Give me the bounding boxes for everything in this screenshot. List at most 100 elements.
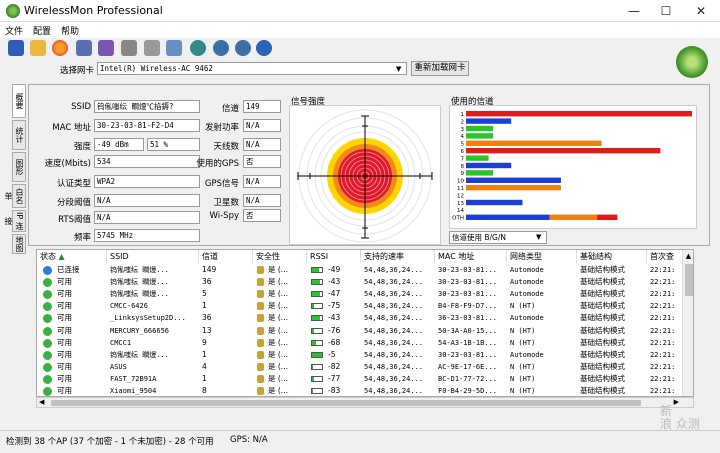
channel-bar xyxy=(597,214,618,220)
record-icon[interactable] xyxy=(52,40,68,56)
channel-bar xyxy=(466,199,523,206)
channel-bar xyxy=(466,214,550,220)
network-icon[interactable] xyxy=(76,40,92,56)
channel-label: 5 xyxy=(461,142,465,148)
minimize-button[interactable]: — xyxy=(617,0,651,22)
print-icon[interactable] xyxy=(121,40,137,56)
col-first-seen[interactable]: 首次查 xyxy=(647,250,683,263)
col-security[interactable]: 安全性 xyxy=(253,250,307,263)
col-status[interactable]: 状态 ▲ xyxy=(37,250,107,263)
channel-bar xyxy=(466,133,494,139)
auth-value: WPA2 xyxy=(94,175,200,188)
edit-icon[interactable] xyxy=(166,40,182,56)
cell-ssid: CMCC-6426 xyxy=(110,302,148,311)
table-row[interactable]: 可用 CMCC-6426 1 是 (... -75 54,48,36,24... B4-F8… xyxy=(37,300,682,312)
lock-icon xyxy=(257,350,264,359)
rssi-fill xyxy=(312,316,320,321)
cell-rate: 54,48,36,24... xyxy=(364,350,424,359)
channel-usage-chart: 1 2 3 4 5 6 7 8 9 10 11 12 13 14 OTH xyxy=(449,105,697,229)
cell-first: 22:21: xyxy=(650,326,676,335)
chevron-down-icon[interactable]: ▼ xyxy=(396,65,401,73)
signal-radar xyxy=(289,105,441,245)
cell-type: N (HT) xyxy=(510,362,536,371)
channel-value: 149 xyxy=(243,100,281,113)
cell-status: 可用 xyxy=(37,373,107,385)
network2-icon[interactable] xyxy=(98,40,114,56)
cell-status: 可用 xyxy=(37,276,107,288)
rssi-bar xyxy=(311,339,323,346)
menu-bar: 文件 配置 帮助 xyxy=(0,22,720,38)
status-dot-icon xyxy=(43,266,52,275)
status-dot-icon xyxy=(43,338,52,348)
table-row[interactable]: 可用 钨俬嗤纭 瞷熳... 1 是 (... -5 54,48,36,24... 30-23… xyxy=(37,349,682,361)
channel-mode-select[interactable]: 信道使用 B/G/N xyxy=(449,231,547,244)
tab-summary[interactable]: 概要 xyxy=(12,84,26,118)
help-icon[interactable] xyxy=(256,40,272,56)
tab-map[interactable]: 地图 xyxy=(12,234,26,254)
network-table: 状态 ▲ SSID 信道 安全性 RSSI 支持的速率 MAC 地址 网络类型 … xyxy=(36,249,694,397)
ssid-value: 钨俬嗤纭 瞷熳℃掐鎒? xyxy=(94,100,200,113)
cell-status: 可用 xyxy=(37,349,107,361)
cell-rssi: -75 xyxy=(307,300,361,312)
close-button[interactable]: ✕ xyxy=(684,0,718,22)
rssi-fill xyxy=(312,280,320,285)
cell-infra: 基础结构模式 xyxy=(580,337,625,347)
col-rssi[interactable]: RSSI xyxy=(307,250,361,263)
rssi-bar xyxy=(311,375,323,382)
save-icon[interactable] xyxy=(8,40,24,56)
cell-infra: 基础结构模式 xyxy=(580,301,625,311)
app-icon xyxy=(6,4,20,18)
col-channel[interactable]: 信道 xyxy=(199,250,253,263)
table-row[interactable]: 可用 _LinksysSetup2D... 36 是 (... -43 54,48,36,… xyxy=(37,312,682,324)
col-mac[interactable]: MAC 地址 xyxy=(435,250,507,263)
table-row[interactable]: 可用 钨俬嗤纭 瞷熳... 5 是 (... -47 54,48,36,24... 30-2… xyxy=(37,288,682,300)
cell-rate: 54,48,36,24... xyxy=(364,302,424,311)
table-row[interactable]: 可用 ASUS 4 是 (... -82 54,48,36,24... AC-9E-17-6… xyxy=(37,361,682,373)
table-row[interactable]: 可用 钨俬嗤纭 瞷熳... 36 是 (... -43 54,48,36,24... 30-… xyxy=(37,276,682,288)
menu-help[interactable]: 帮助 xyxy=(56,22,84,39)
menu-file[interactable]: 文件 xyxy=(0,22,28,39)
scroll-thumb[interactable] xyxy=(685,264,693,296)
col-net-type[interactable]: 网络类型 xyxy=(507,250,577,263)
tab-graph[interactable]: 图形 xyxy=(12,152,26,182)
gps-signal-value: N/A xyxy=(243,175,281,188)
chevron-down-icon[interactable]: ▼ xyxy=(536,233,541,241)
table-row[interactable]: 可用 CMCC1 9 是 (... -68 54,48,36,24... 54-A3-1B-… xyxy=(37,337,682,349)
tab-stats[interactable]: 统计 xyxy=(12,120,26,150)
scroll-left-icon[interactable]: ◀ xyxy=(39,398,44,406)
forward-icon[interactable] xyxy=(235,40,251,56)
vertical-scrollbar[interactable]: ▲ xyxy=(682,250,693,396)
cell-sec: 是 (... xyxy=(253,337,307,349)
mac-label: MAC 地址 xyxy=(52,123,91,133)
cell-infra: 基础结构模式 xyxy=(580,265,625,274)
menu-config[interactable]: 配置 xyxy=(28,22,56,39)
maximize-button[interactable]: ☐ xyxy=(649,0,683,22)
back-icon[interactable] xyxy=(213,40,229,56)
col-ssid[interactable]: SSID xyxy=(107,250,199,263)
table-row[interactable]: 可用 MERCURY_666656 13 是 (... -76 54,48,36,24..… xyxy=(37,325,682,337)
col-infra[interactable]: 基础结构 xyxy=(577,250,647,263)
rssi-fill xyxy=(312,376,314,381)
cell-type: N (HT) xyxy=(510,326,536,335)
rssi-bar xyxy=(311,388,323,394)
reload-adapter-button[interactable]: 重新加载网卡 xyxy=(411,61,469,76)
open-icon[interactable] xyxy=(30,40,46,56)
table-row[interactable]: 可用 FAST_72B91A 1 是 (... -77 54,48,36,24... BC-… xyxy=(37,373,682,385)
tab-whitelist[interactable]: 白名单 xyxy=(4,184,26,208)
scroll-up-icon[interactable]: ▲ xyxy=(683,250,693,262)
cell-mac: AC-9E-17-6E... xyxy=(438,362,498,371)
col-rates[interactable]: 支持的速率 xyxy=(361,250,435,263)
adapter-select[interactable]: Intel(R) Wireless-AC 9462 xyxy=(97,62,407,75)
print-preview-icon[interactable] xyxy=(144,40,160,56)
horizontal-scrollbar[interactable]: ◀ ▶ xyxy=(36,397,694,408)
hscroll-thumb[interactable] xyxy=(51,400,641,406)
channel-bar xyxy=(549,214,598,220)
tab-ip-connect[interactable]: IP 连接 xyxy=(4,210,26,232)
table-row[interactable]: 可用 Xiaomi_9504 8 是 (... -83 54,48,36,24... F0-… xyxy=(37,385,682,396)
rssi-fill xyxy=(312,364,313,369)
table-row[interactable]: 已连接 钨俬嗤纭 瞷熳... 149 是 (... -49 54,48,36,24... 3… xyxy=(37,264,682,276)
antenna-label: 天线数 xyxy=(213,142,239,152)
info-icon[interactable] xyxy=(190,40,206,56)
status-text: 检测到 38 个AP (37 个加密 - 1 个未加密) - 28 个可用 xyxy=(6,437,214,447)
cell-sec: 是 (... xyxy=(253,288,307,300)
